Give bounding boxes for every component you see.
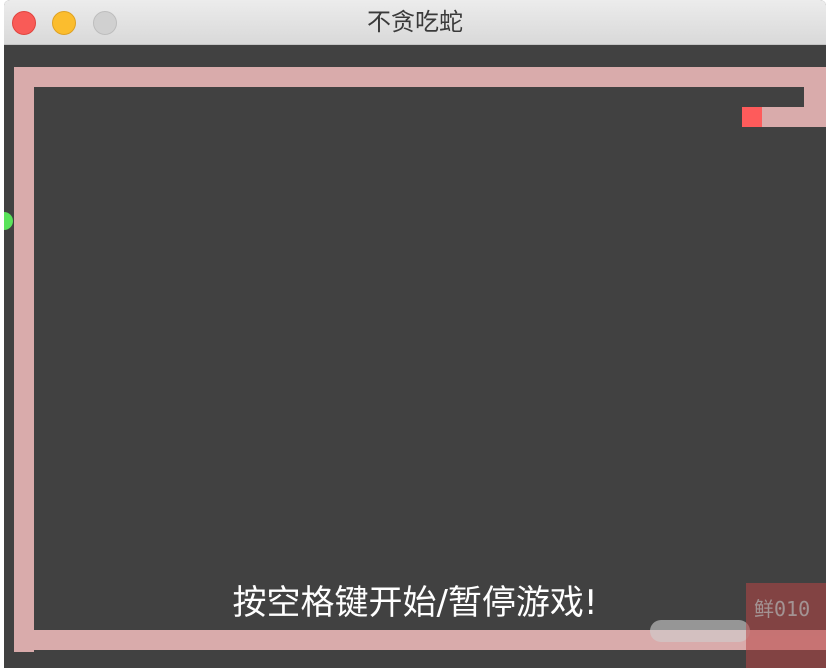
- watermark-text: 鲜010: [754, 597, 811, 621]
- snake-body-neck: [762, 107, 826, 127]
- game-instruction-text: 按空格键开始/暂停游戏!: [232, 583, 598, 623]
- food-pellet: [4, 212, 13, 230]
- watermark-logo: 鲜010: [746, 583, 826, 668]
- window-title: 不贪吃蛇: [367, 8, 463, 36]
- title-bar[interactable]: 不贪吃蛇: [4, 0, 826, 45]
- game-window: 不贪吃蛇 按空格键开始/暂停游戏! 鲜010: [4, 0, 826, 668]
- snake-body-left: [14, 67, 34, 652]
- game-board[interactable]: 按空格键开始/暂停游戏!: [4, 45, 826, 668]
- snake-body-top: [14, 67, 826, 87]
- blurred-overlay: [650, 620, 750, 642]
- snake-head: [742, 107, 762, 127]
